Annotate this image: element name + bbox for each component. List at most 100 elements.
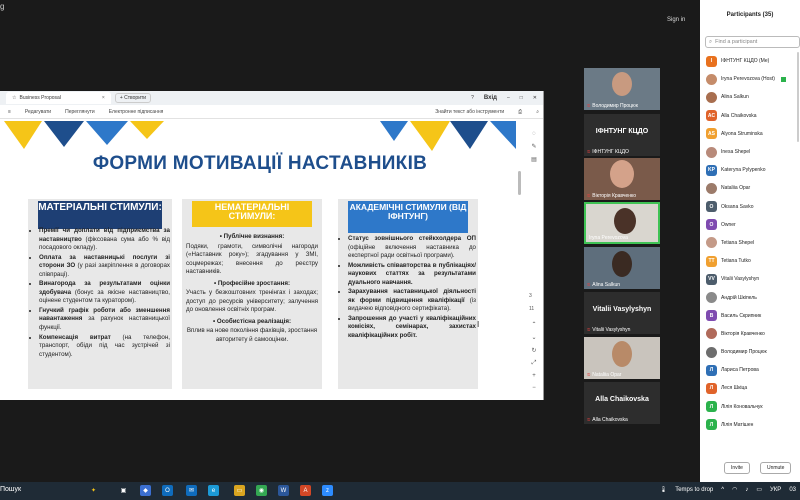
academic-list: Статус зовнішнього стейкхолдера ОП (офіц… <box>341 235 476 342</box>
panel-scrollbar[interactable] <box>797 52 799 142</box>
comment-icon[interactable]: ◌ <box>532 131 536 137</box>
language-indicator[interactable]: УКР <box>770 487 781 493</box>
participant-row[interactable]: В Василь Скрипник <box>706 307 800 325</box>
video-tile[interactable]: Vitalii Vasylyshyn ⦸ Vitalii Vasylyshyn <box>584 292 660 334</box>
weather-text: Temps to drop <box>675 486 714 493</box>
zoom-out-icon[interactable]: − <box>532 385 536 391</box>
find-tools-input[interactable]: Знайти текст або інструменти <box>435 109 504 115</box>
video-tile[interactable]: ⦸ Вікторія Кравченко <box>584 158 660 200</box>
participant-row[interactable]: Л Лілія Матішен <box>706 416 800 434</box>
video-tile-active[interactable]: Iryna Perevozova <box>584 202 660 244</box>
tile-name: ⦸ ІФНТУНГ КЦДО <box>587 149 629 155</box>
close-icon[interactable]: × <box>102 95 105 101</box>
scroll-thumb[interactable] <box>518 171 521 195</box>
tab-business-proposal[interactable]: ☆ Business Proposal × <box>6 92 111 104</box>
mic-off-icon: ⦸ <box>587 417 591 423</box>
help-icon[interactable]: ? <box>471 95 474 101</box>
toolbar-esign[interactable]: Електронне підписання <box>109 109 164 115</box>
print-icon[interactable]: ⎙ <box>518 109 522 115</box>
login-button[interactable]: Вхід <box>484 95 497 101</box>
new-tab-button[interactable]: + Створити <box>114 93 152 103</box>
participant-name: ІФНТУНГ КЦДО (Me) <box>721 58 770 65</box>
avatar <box>614 208 636 234</box>
volume-icon[interactable]: ♪ <box>745 487 748 493</box>
search-icon[interactable]: ⌕ <box>536 109 543 115</box>
participant-row[interactable]: AS Alyona Struminska <box>706 125 800 143</box>
participant-row[interactable]: Nataliia Opar <box>706 179 800 197</box>
participant-row[interactable]: Л Лілія Коновальчук <box>706 398 800 416</box>
acrobat-icon[interactable]: A <box>300 485 311 496</box>
academic-heading: АКАДЕМІЧНІ СТИМУЛИ (ВІД ІФНТУНГ) <box>348 201 468 233</box>
participant-row[interactable]: Tetiana Shepel <box>706 234 800 252</box>
participant-row[interactable]: Вікторія Кравченко <box>706 325 800 343</box>
participant-row[interactable]: Л Леся Шкіца <box>706 379 800 397</box>
participant-row[interactable]: O Oksana Savko <box>706 198 800 216</box>
rotate-icon[interactable]: ↻ <box>531 347 536 354</box>
participant-search-input[interactable]: ⌕ Find a participant <box>705 36 800 48</box>
participant-row[interactable]: І ІФНТУНГ КЦДО (Me) <box>706 52 800 70</box>
participant-row[interactable]: Л Лариса Петрова <box>706 361 800 379</box>
sparkle-icon[interactable]: ✦ <box>88 485 99 496</box>
video-tile[interactable]: Alla Chaikovska ⦸ Alla Chaikovska <box>584 382 660 424</box>
zoom-app-icon[interactable]: z <box>322 485 333 496</box>
avatar: O <box>706 219 717 231</box>
slide-scrollbar[interactable] <box>517 171 522 291</box>
tile-name: ⦸ Vitalii Vasylyshyn <box>587 327 631 333</box>
toolbar-view[interactable]: Переглянути <box>65 109 95 115</box>
clock[interactable]: 03 <box>789 487 796 493</box>
participant-row[interactable]: O Owner <box>706 216 800 234</box>
pencil-icon[interactable]: ✎ <box>531 143 536 150</box>
video-tile[interactable]: ⦸ Alina Salkun <box>584 247 660 289</box>
avatar <box>612 251 632 277</box>
unmute-all-button[interactable]: Unmute <box>759 462 792 474</box>
avatar <box>706 146 717 158</box>
fit-icon[interactable]: ⤢ <box>532 360 537 367</box>
participant-row[interactable]: AC Alla Chaikovska <box>706 107 800 125</box>
tab-title: Business Proposal <box>19 95 61 101</box>
participant-row[interactable]: Iryna Perevozova (Host) <box>706 70 800 88</box>
mail-icon[interactable]: ✉ <box>186 485 197 496</box>
folder-icon[interactable]: ▭ <box>234 485 245 496</box>
avatar <box>706 346 717 358</box>
copilot-icon[interactable]: ◆ <box>140 485 151 496</box>
participant-row[interactable]: Inesa Shepel <box>706 143 800 161</box>
participant-row[interactable]: Андрій Шкіпель <box>706 288 800 306</box>
outlook-icon[interactable]: O <box>162 485 173 496</box>
minimize-icon[interactable]: – <box>507 95 510 101</box>
participant-row[interactable]: TT Tetiana Tutko <box>706 252 800 270</box>
tray-chevron-icon[interactable]: ^ <box>721 487 724 493</box>
pages-icon[interactable]: ▤ <box>531 156 537 163</box>
taskbar-search[interactable]: Пошук <box>0 486 21 493</box>
participant-row[interactable]: KP Kateryna Pylypenko <box>706 161 800 179</box>
participant-name: Tetiana Shepel <box>721 239 755 246</box>
avatar: O <box>706 201 717 213</box>
participant-name: Вікторія Кравченко <box>721 330 765 337</box>
participant-row[interactable]: Володимир Процюк <box>706 343 800 361</box>
material-heading: МАТЕРІАЛЬНІ СТИМУЛИ: <box>38 201 162 229</box>
battery-icon[interactable]: ▭ <box>756 486 762 493</box>
video-tile[interactable]: ⦸ Nataliia Opar <box>584 337 660 379</box>
participant-row[interactable]: Alina Salkun <box>706 88 800 106</box>
invite-button[interactable]: Invite <box>724 462 750 474</box>
avatar <box>706 182 717 194</box>
avatar <box>706 237 717 249</box>
wifi-icon[interactable]: ◠ <box>732 486 737 493</box>
word-icon[interactable]: W <box>278 485 289 496</box>
page-down-icon[interactable]: ⌄ <box>531 334 536 341</box>
window-close-icon[interactable]: ✕ <box>533 95 537 101</box>
participant-name: Vitalii Vasylyshyn <box>721 276 760 283</box>
edge-icon[interactable]: e <box>208 485 219 496</box>
page-up-icon[interactable]: ⌃ <box>531 321 536 328</box>
menu-icon[interactable]: ≡ <box>8 109 11 115</box>
sign-in-button[interactable]: Sign in <box>667 17 685 23</box>
nonmaterial-body: • Публічне визнання: Подяки, грамоти, си… <box>186 233 318 346</box>
participant-row[interactable]: VV Vitalii Vasylyshyn <box>706 270 800 288</box>
taskview-icon[interactable]: ▣ <box>118 485 129 496</box>
chrome-icon[interactable]: ◉ <box>256 485 267 496</box>
avatar: В <box>706 310 717 322</box>
video-tile[interactable]: ⦸ Володимир Процюк <box>584 68 660 110</box>
zoom-in-icon[interactable]: + <box>532 373 536 379</box>
video-tile[interactable]: ІФНТУНГ КЦДО ⦸ ІФНТУНГ КЦДО <box>584 114 660 156</box>
toolbar-edit[interactable]: Редагувати <box>25 109 51 115</box>
maximize-icon[interactable]: □ <box>520 95 523 101</box>
